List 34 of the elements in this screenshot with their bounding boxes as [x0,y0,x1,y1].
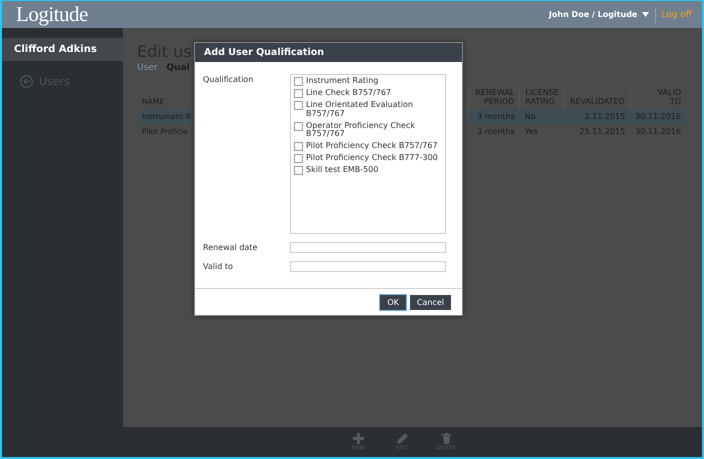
checkbox[interactable] [294,89,303,98]
dialog-button[interactable]: OK [380,295,406,310]
checkbox[interactable] [294,101,303,110]
checkbox[interactable] [294,154,303,164]
input-field[interactable] [290,261,446,272]
checkbox[interactable] [294,77,303,86]
option-label[interactable]: Line Orientated Evaluation B757/767 [306,101,442,119]
field-label: Qualification [203,74,254,86]
option-label[interactable]: Line Check B757/767 [306,89,392,98]
option-label[interactable]: Instrument Rating [306,77,378,86]
input-field[interactable] [290,242,446,253]
option-label[interactable]: Operator Proficiency Check B757/767 [306,122,442,140]
caret-icon[interactable] [642,12,650,17]
user-menu[interactable]: John Doe / Logitude [548,10,638,19]
logo: Logitude [16,2,88,27]
checkbox[interactable] [294,122,303,131]
table-cell: 30.11.2016 [630,108,686,124]
back-arrow-icon [20,75,33,88]
pencil-icon [396,433,408,444]
user-name: Clifford Adkins [2,38,123,61]
dialog-button[interactable]: Cancel [410,295,451,310]
checkbox[interactable] [294,142,303,152]
checkbox[interactable] [294,166,303,176]
table-cell: No [520,108,564,124]
trash-icon [442,433,450,444]
field-label: Renewal date [203,242,258,253]
field-label: Valid to [203,261,234,272]
option-label[interactable]: Pilot Proficiency Check B757/767 [306,142,438,151]
plus-icon [352,433,364,444]
option-label[interactable]: Skill test EMB-500 [306,166,378,175]
option-label[interactable]: Pilot Proficiency Check B777-300 [306,154,438,163]
dialog-title: Add User Qualification [195,43,462,62]
table-cell: 2.11.2015 [564,108,630,124]
table-cell: 3 months [470,108,520,124]
